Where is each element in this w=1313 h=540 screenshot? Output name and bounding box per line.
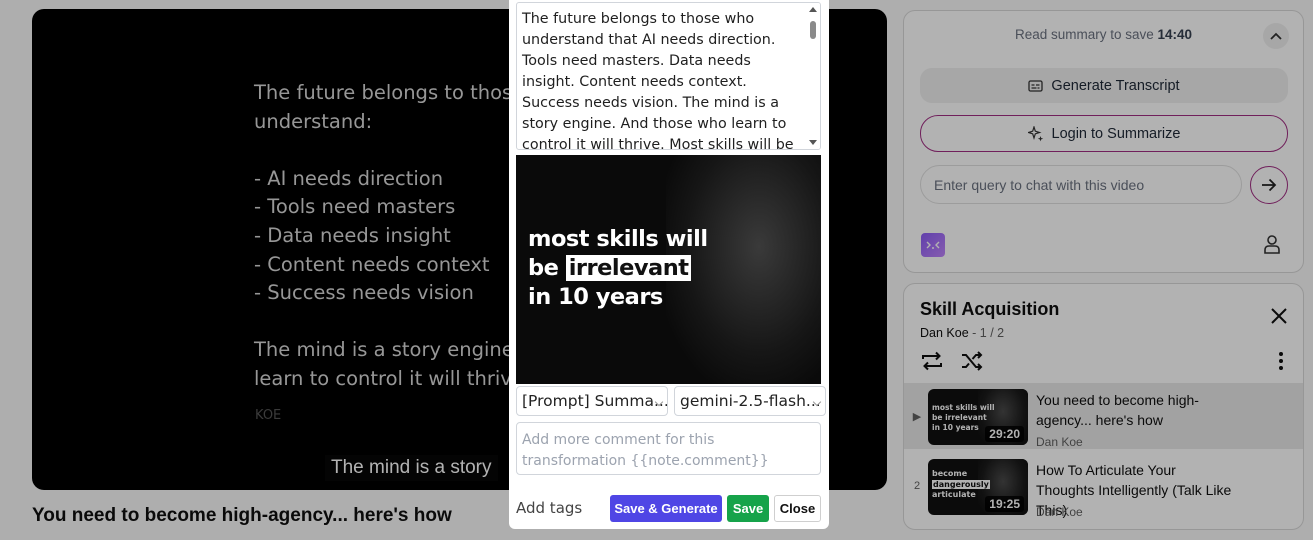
transformation-dialog: The future belongs to those who understa…: [509, 0, 829, 529]
scrollbar-thumb[interactable]: [810, 21, 816, 39]
save-and-generate-button[interactable]: Save & Generate: [610, 495, 722, 522]
headline-word: be: [528, 255, 559, 281]
scroll-up-arrow-icon[interactable]: [809, 7, 817, 12]
prompt-select-value: [Prompt] Summa...: [522, 392, 668, 410]
add-tags-input[interactable]: Add tags: [516, 499, 582, 517]
close-button[interactable]: Close: [774, 495, 821, 522]
prompt-select[interactable]: [Prompt] Summa...: [516, 386, 668, 416]
headline-line: most skills will: [528, 226, 708, 252]
model-select-value: gemini-2.5-flash...: [680, 392, 821, 410]
video-thumbnail-preview: most skills will be irrelevant in 10 yea…: [516, 155, 821, 384]
scroll-down-arrow-icon[interactable]: [809, 140, 817, 145]
model-select[interactable]: gemini-2.5-flash...: [674, 386, 826, 416]
comment-textarea[interactable]: Add more comment for this transformation…: [516, 422, 821, 475]
headline-highlight: irrelevant: [565, 255, 692, 281]
transcript-text: The future belongs to those who understa…: [522, 11, 794, 150]
save-button[interactable]: Save: [727, 495, 769, 522]
transcript-textarea[interactable]: The future belongs to those who understa…: [516, 2, 821, 150]
thumbnail-headline: most skills will be irrelevant in 10 yea…: [528, 225, 708, 312]
transcript-scrollbar[interactable]: [806, 3, 820, 149]
headline-line: in 10 years: [528, 284, 663, 310]
